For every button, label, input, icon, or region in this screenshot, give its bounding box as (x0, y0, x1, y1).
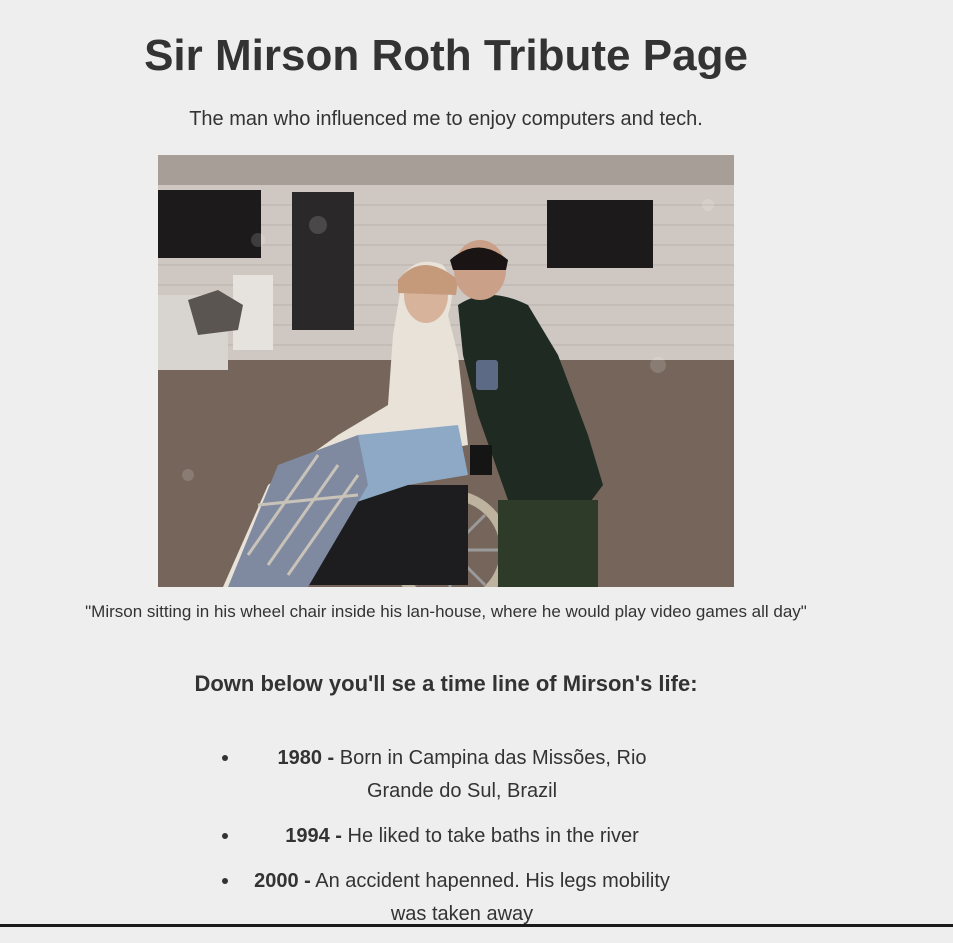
tribute-image-container (158, 155, 734, 587)
list-item: 1994 - He liked to take baths in the riv… (222, 820, 702, 853)
timeline-year: 1980 - (277, 747, 335, 769)
page-title: Sir Mirson Roth Tribute Page (144, 31, 748, 80)
tribute-photo (158, 155, 734, 587)
bullet-icon (222, 755, 228, 761)
timeline-year: 1994 - (285, 825, 342, 847)
page-subtitle: The man who influenced me to enjoy compu… (189, 108, 703, 130)
list-item: 2000 - An accident hapenned. His legs mo… (222, 865, 702, 931)
timeline-year: 2000 - (254, 870, 311, 892)
timeline-text: He liked to take baths in the river (341, 825, 639, 847)
timeline-heading: Down below you'll se a time line of Mirs… (194, 671, 698, 696)
bullet-icon (222, 878, 228, 884)
timeline-text: An accident hapenned. His legs mobility … (310, 870, 670, 925)
bullet-icon (222, 833, 228, 839)
image-caption: "Mirson sitting in his wheel chair insid… (85, 602, 807, 621)
list-item: 1980 - Born in Campina das Missões, Rio … (222, 742, 702, 808)
timeline-list: 1980 - Born in Campina das Missões, Rio … (222, 742, 702, 943)
timeline-text: Born in Campina das Missões, Rio Grande … (334, 747, 647, 802)
